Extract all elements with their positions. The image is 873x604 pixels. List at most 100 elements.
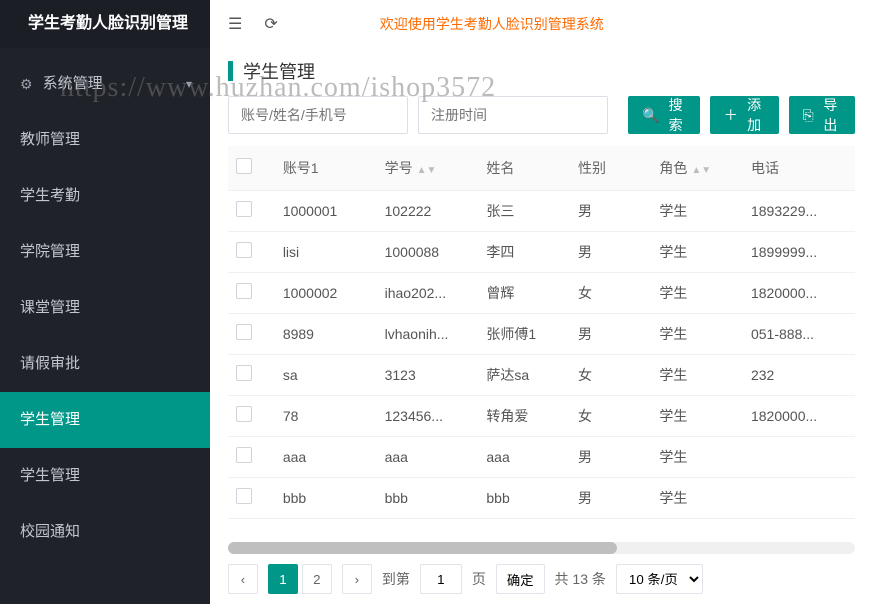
cell-gender: 女	[570, 395, 651, 436]
th-checkbox[interactable]	[228, 146, 275, 190]
sidebar-item[interactable]: 学生管理	[0, 392, 210, 448]
sidebar-item[interactable]: 课堂管理	[0, 280, 210, 336]
table-row[interactable]: bbbbbbbbb男学生	[228, 477, 855, 518]
cell-role: 学生	[651, 354, 743, 395]
pg-goto-suffix: 页	[472, 569, 486, 589]
cell-phone: 1893229...	[743, 190, 855, 231]
table-row[interactable]: 1000002ihao202...曾辉女学生1820000...	[228, 272, 855, 313]
cell-name: 转角爱	[478, 395, 570, 436]
pg-total: 共 13 条	[555, 569, 606, 589]
row-checkbox[interactable]	[236, 201, 252, 217]
menu-toggle-icon[interactable]: ☰	[228, 14, 242, 34]
table-row[interactable]: 8989lvhaonih...张师傅1男学生051-888...	[228, 313, 855, 354]
cell-sid: 123456...	[377, 395, 479, 436]
row-checkbox[interactable]	[236, 365, 252, 381]
next-page-button[interactable]: ›	[342, 564, 372, 594]
cell-phone	[743, 436, 855, 477]
cell-sid: aaa	[377, 436, 479, 477]
table-row[interactable]: sa3123萨达sa女学生232	[228, 354, 855, 395]
register-time-input[interactable]	[418, 96, 608, 134]
cell-account: 1000002	[275, 272, 377, 313]
cell-phone: 051-888...	[743, 313, 855, 354]
refresh-icon[interactable]: ⟳	[264, 14, 277, 34]
th-name[interactable]: 姓名	[478, 146, 570, 190]
cell-name: 张三	[478, 190, 570, 231]
sidebar-item[interactable]: 学院管理	[0, 224, 210, 280]
cell-role: 学生	[651, 313, 743, 354]
goto-page-input[interactable]	[420, 564, 462, 594]
page-size-select[interactable]: 10 条/页	[616, 564, 703, 594]
table-row[interactable]: lisi1000088李四男学生1899999...	[228, 231, 855, 272]
cell-sid: 1000088	[377, 231, 479, 272]
table-row[interactable]: 78123456...转角爱女学生1820000...	[228, 395, 855, 436]
pagination: ‹ 1 2 › 到第 页 确定 共 13 条 10 条/页	[210, 560, 873, 604]
th-phone[interactable]: 电话	[743, 146, 855, 190]
row-checkbox[interactable]	[236, 447, 252, 463]
page-number-button[interactable]: 2	[302, 564, 332, 594]
cell-role: 学生	[651, 190, 743, 231]
cell-gender: 男	[570, 313, 651, 354]
export-button-label: 导出	[820, 95, 841, 135]
add-button[interactable]: ＋ 添加	[710, 96, 779, 134]
row-checkbox[interactable]	[236, 242, 252, 258]
cell-phone: 1820000...	[743, 272, 855, 313]
nav-group-label: 系统管理	[43, 56, 103, 112]
th-account[interactable]: 账号1	[275, 146, 377, 190]
cell-gender: 男	[570, 436, 651, 477]
horizontal-scrollbar[interactable]	[228, 542, 855, 554]
scrollbar-thumb[interactable]	[228, 542, 617, 554]
search-button[interactable]: 🔍 搜索	[628, 96, 700, 134]
th-gender[interactable]: 性别	[570, 146, 651, 190]
sidebar-item[interactable]: 学生管理	[0, 448, 210, 504]
cell-role: 学生	[651, 395, 743, 436]
goto-confirm-button[interactable]: 确定	[496, 564, 545, 594]
sidebar-item[interactable]: 请假审批	[0, 336, 210, 392]
student-table: 账号1 学号▲▼ 姓名 性别 角色▲▼ 电话 1000001102222张三男学…	[228, 146, 855, 519]
cell-role: 学生	[651, 436, 743, 477]
table-row[interactable]: 1000001102222张三男学生1893229...	[228, 190, 855, 231]
nav: ⚙ 系统管理 ▾ 教师管理学生考勤学院管理课堂管理请假审批学生管理学生管理校园通…	[0, 48, 210, 560]
nav-group-system[interactable]: ⚙ 系统管理 ▾	[0, 56, 210, 112]
cell-gender: 女	[570, 272, 651, 313]
cell-sid: 102222	[377, 190, 479, 231]
cell-name: aaa	[478, 436, 570, 477]
page-number-button[interactable]: 1	[268, 564, 298, 594]
sidebar-item[interactable]: 学生考勤	[0, 168, 210, 224]
row-checkbox[interactable]	[236, 488, 252, 504]
row-checkbox[interactable]	[236, 406, 252, 422]
topbar: ☰ ⟳ 欢迎使用学生考勤人脸识别管理系统	[210, 0, 873, 48]
page-title: 学生管理	[243, 58, 315, 84]
row-checkbox[interactable]	[236, 324, 252, 340]
sidebar-item[interactable]: 教师管理	[0, 112, 210, 168]
sort-icon: ▲▼	[691, 165, 711, 176]
table-row[interactable]: aaaaaaaaa男学生	[228, 436, 855, 477]
pg-goto-prefix: 到第	[382, 569, 410, 589]
cell-phone: 232	[743, 354, 855, 395]
th-sid[interactable]: 学号▲▼	[377, 146, 479, 190]
brand-title: 学生考勤人脸识别管理	[0, 0, 210, 48]
cell-sid: lvhaonih...	[377, 313, 479, 354]
export-icon: ⎘	[803, 107, 814, 124]
th-role[interactable]: 角色▲▼	[651, 146, 743, 190]
cell-account: aaa	[275, 436, 377, 477]
cell-sid: bbb	[377, 477, 479, 518]
cell-role: 学生	[651, 272, 743, 313]
welcome-text: 欢迎使用学生考勤人脸识别管理系统	[380, 14, 604, 34]
sort-icon: ▲▼	[417, 165, 437, 176]
export-button[interactable]: ⎘ 导出	[789, 96, 855, 134]
toolbar: 🔍 搜索 ＋ 添加 ⎘ 导出	[210, 96, 873, 146]
plus-icon: ＋	[724, 105, 738, 125]
keyword-input[interactable]	[228, 96, 408, 134]
prev-page-button[interactable]: ‹	[228, 564, 258, 594]
cell-name: bbb	[478, 477, 570, 518]
row-checkbox[interactable]	[236, 283, 252, 299]
cell-gender: 男	[570, 231, 651, 272]
cell-sid: ihao202...	[377, 272, 479, 313]
cell-name: 曾辉	[478, 272, 570, 313]
cell-name: 张师傅1	[478, 313, 570, 354]
checkbox-icon	[236, 158, 252, 174]
search-icon: 🔍	[642, 107, 659, 124]
cell-phone: 1899999...	[743, 231, 855, 272]
sidebar-item[interactable]: 校园通知	[0, 504, 210, 560]
chevron-down-icon: ▾	[186, 56, 192, 112]
